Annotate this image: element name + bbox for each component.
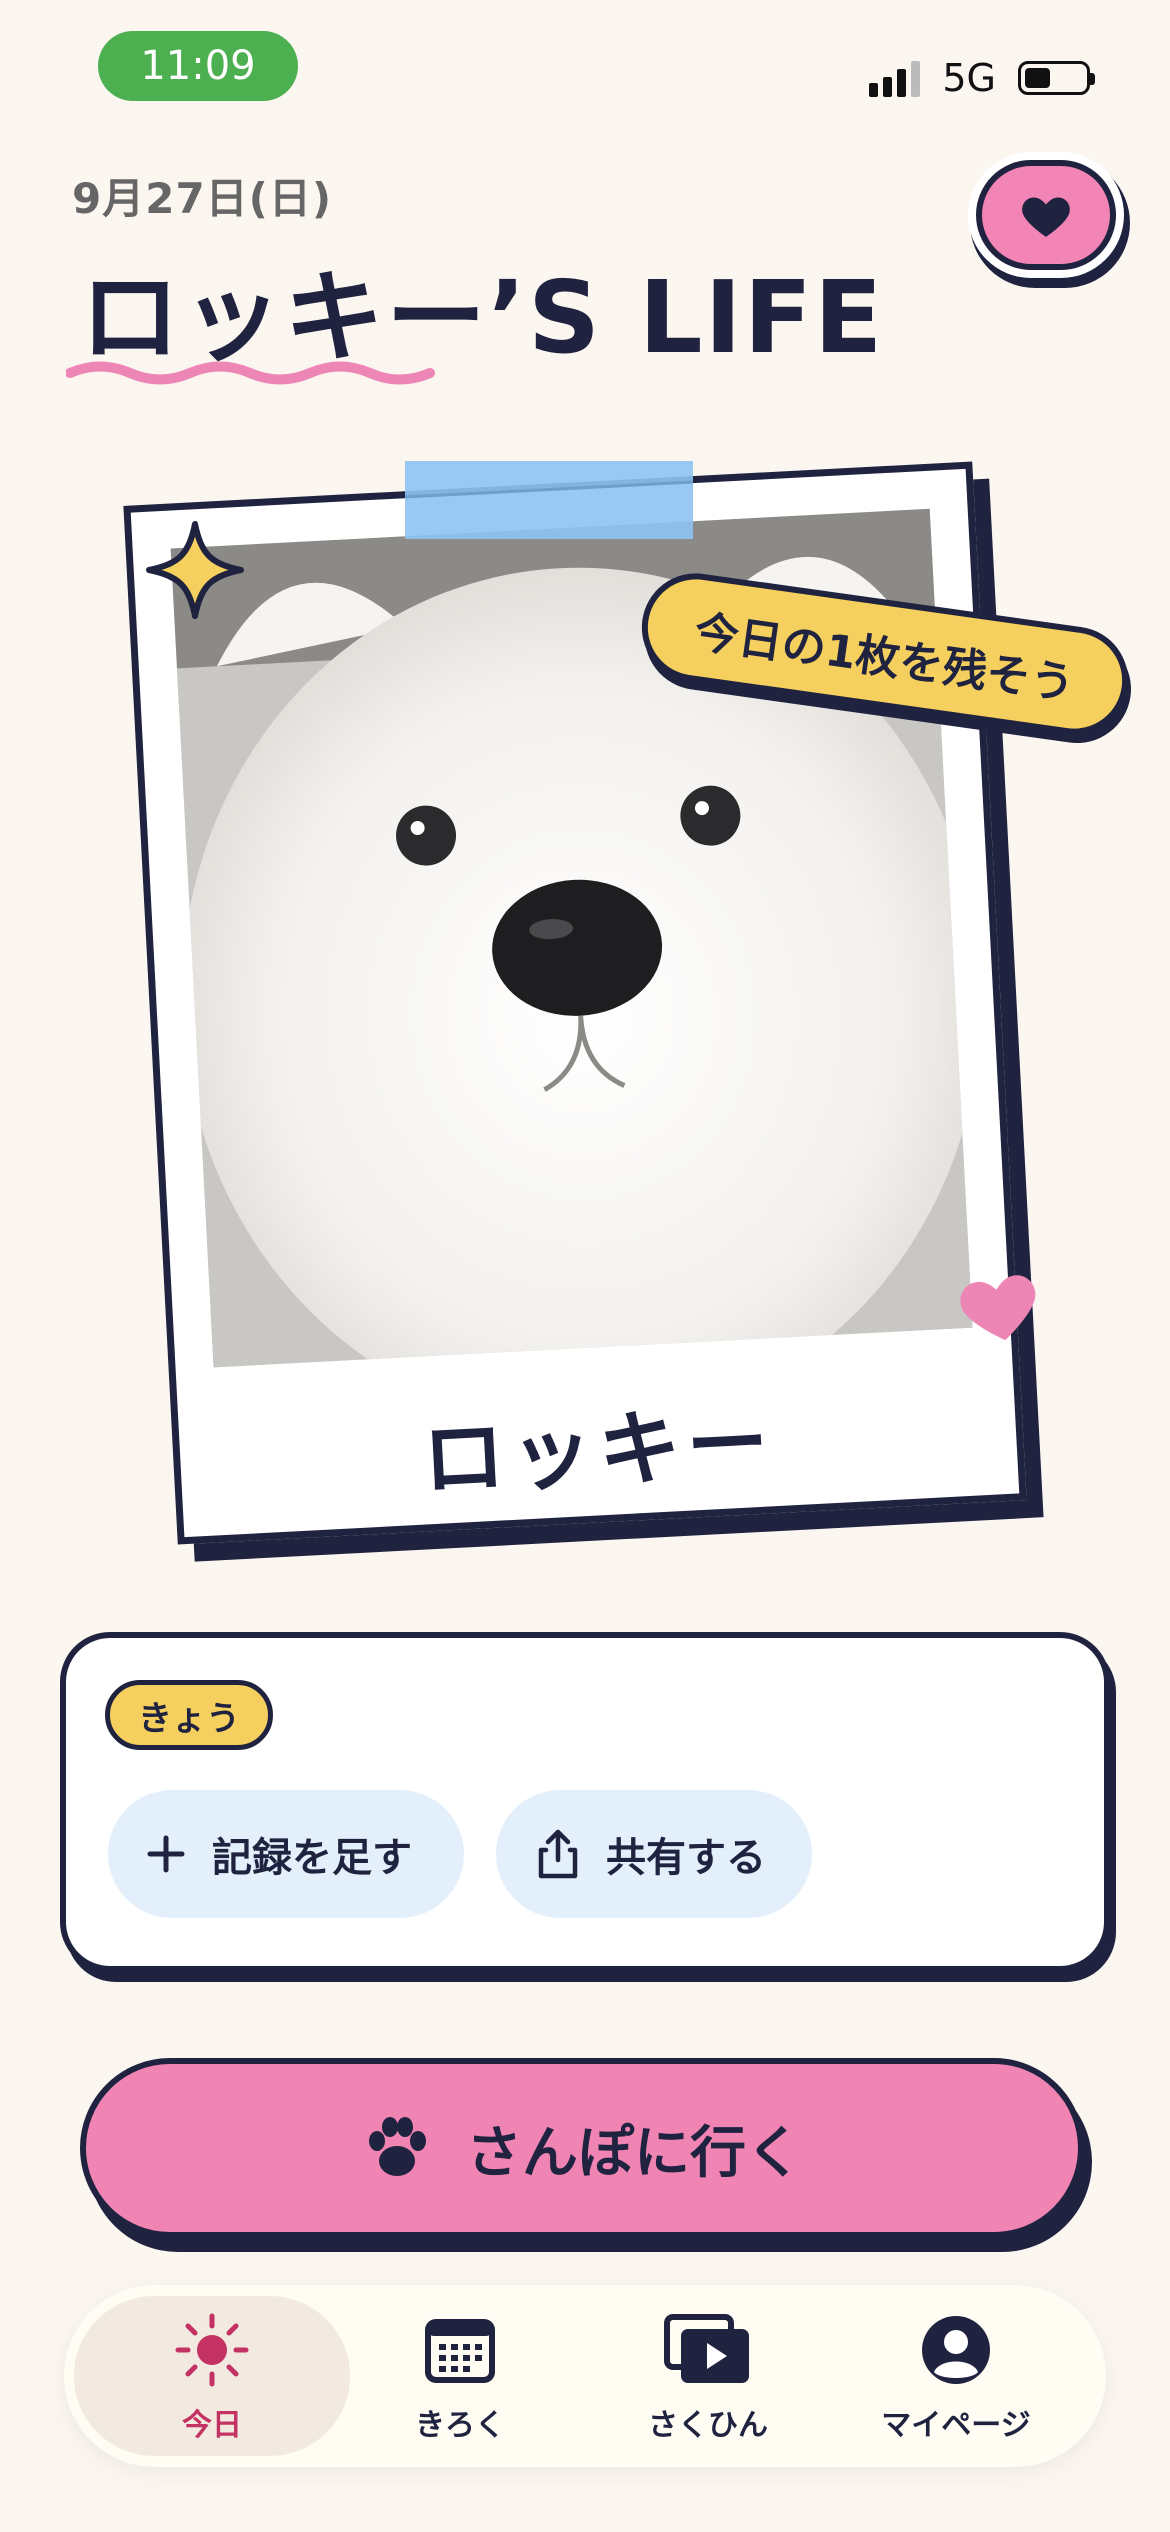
today-badge: きょう xyxy=(105,1680,273,1750)
title-underline xyxy=(66,361,435,385)
heart-icon xyxy=(960,1275,1036,1341)
account-icon xyxy=(922,2316,990,2384)
tab-mypage[interactable]: マイページ xyxy=(856,2310,1056,2444)
calendar-icon xyxy=(425,2319,495,2383)
share-icon xyxy=(538,1829,578,1879)
share-button[interactable]: 共有する xyxy=(496,1790,812,1918)
add-record-button[interactable]: 記録を足す xyxy=(108,1790,464,1918)
network-type: 5G xyxy=(942,56,996,100)
battery-icon xyxy=(1018,61,1095,95)
signal-icon xyxy=(869,59,921,97)
heart-icon xyxy=(1022,197,1070,237)
plus-icon xyxy=(147,1835,185,1873)
tab-today-label: 今日 xyxy=(182,2408,242,2443)
share-label: 共有する xyxy=(606,1835,766,1881)
tab-records[interactable]: きろく xyxy=(360,2310,560,2444)
status-indicators: 5G xyxy=(869,50,1095,106)
walk-button-label: さんぽに行く xyxy=(466,2120,802,2186)
date-label: 9月27日(日) xyxy=(72,174,333,223)
favorite-button[interactable] xyxy=(976,160,1116,270)
tab-works[interactable]: さくひん xyxy=(608,2310,808,2444)
pet-name: ロッキー xyxy=(420,1394,777,1509)
add-record-label: 記録を足す xyxy=(212,1835,412,1881)
paw-icon xyxy=(369,2117,426,2176)
tab-today[interactable]: 今日 xyxy=(112,2310,312,2444)
status-time: 11:09 xyxy=(98,31,298,101)
video-library-icon xyxy=(664,2314,749,2383)
tab-records-label: きろく xyxy=(415,2408,505,2443)
sparkle-icon xyxy=(146,521,244,619)
tab-works-label: さくひん xyxy=(648,2408,768,2443)
tab-mypage-label: マイページ xyxy=(881,2408,1031,2443)
sun-icon xyxy=(175,2313,249,2387)
walk-button[interactable]: さんぽに行く xyxy=(80,2058,1084,2238)
tape-decoration xyxy=(405,461,693,539)
